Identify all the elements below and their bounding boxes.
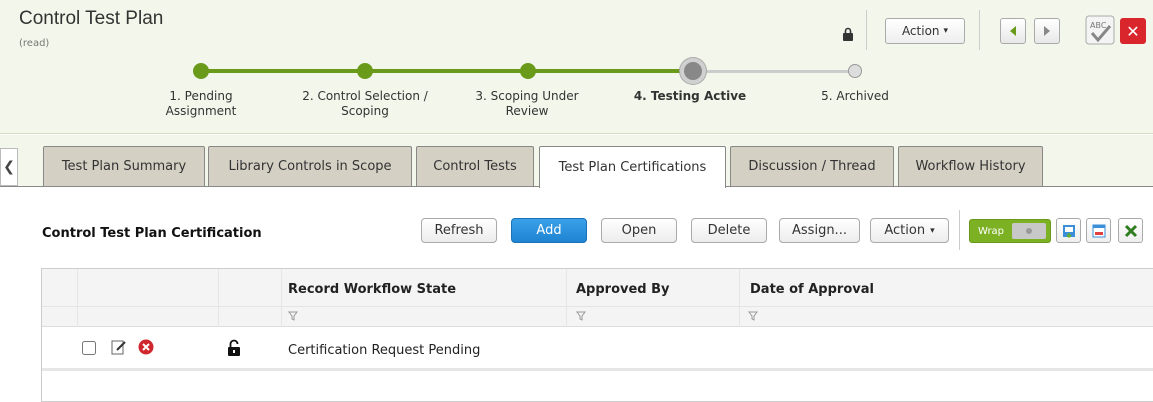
record-header: Control Test Plan (read) Action ▾ ABC ✕ … xyxy=(0,0,1153,134)
workflow-step-label: 1. Pending Assignment xyxy=(165,89,237,118)
section-title: Control Test Plan Certification xyxy=(42,226,262,241)
progress-track-complete xyxy=(201,69,691,73)
workflow-step-dot-current xyxy=(680,58,706,84)
open-button[interactable]: Open xyxy=(601,218,677,243)
workflow-step-label: 2. Control Selection / Scoping xyxy=(302,89,428,118)
arrow-right-icon xyxy=(1044,26,1050,36)
mode-label: (read) xyxy=(19,38,50,49)
tab-library-controls-in-scope[interactable]: Library Controls in Scope xyxy=(208,146,412,186)
chevron-down-icon: ▾ xyxy=(930,225,935,236)
grid-filter-row xyxy=(42,307,1153,327)
excel-export-button[interactable] xyxy=(1118,218,1143,243)
delete-row-icon[interactable] xyxy=(138,339,154,355)
circle-icon xyxy=(1026,228,1033,234)
workflow-step-dot-future xyxy=(848,64,862,78)
column-header-record-workflow-state[interactable]: Record Workflow State xyxy=(288,282,456,297)
column-header-approved-by[interactable]: Approved By xyxy=(576,282,670,297)
workflow-progress: 1. Pending Assignment 2. Control Selecti… xyxy=(0,58,1153,130)
cell-record-workflow-state: Certification Request Pending xyxy=(288,343,481,358)
unlock-icon xyxy=(228,339,240,356)
excel-icon xyxy=(1124,224,1137,237)
page-title: Control Test Plan xyxy=(19,8,164,29)
toggle-knob xyxy=(1012,223,1047,239)
chevron-down-icon: ▾ xyxy=(943,26,949,36)
header-action-button[interactable]: Action ▾ xyxy=(885,18,965,44)
spell-check-text: ABC xyxy=(1090,21,1107,30)
grid-header: Record Workflow State Approved By Date o… xyxy=(42,269,1153,307)
export-button[interactable] xyxy=(1056,218,1081,243)
delete-button[interactable]: Delete xyxy=(691,218,767,243)
header-divider xyxy=(979,10,980,50)
action-dropdown-label: Action xyxy=(884,223,926,238)
workflow-step-label: 5. Archived xyxy=(821,89,889,103)
tabs-scroll-left-button[interactable]: ❮ xyxy=(0,148,18,186)
table-row[interactable]: Certification Request Pending xyxy=(42,327,1153,371)
row-checkbox[interactable] xyxy=(82,341,96,355)
export-icon xyxy=(1062,224,1075,238)
tab-test-plan-summary[interactable]: Test Plan Summary xyxy=(43,146,205,186)
spell-check-icon[interactable]: ABC xyxy=(1085,15,1115,45)
workflow-step-label-current: 4. Testing Active xyxy=(633,89,747,103)
tab-test-plan-certifications[interactable]: Test Plan Certifications xyxy=(539,146,726,188)
lock-icon xyxy=(843,27,853,41)
header-divider xyxy=(866,10,867,50)
header-action-label: Action xyxy=(901,24,940,38)
tab-discussion-thread[interactable]: Discussion / Thread xyxy=(730,146,894,186)
assign-button[interactable]: Assign... xyxy=(779,218,860,243)
toolbar-divider xyxy=(959,210,960,250)
tab-control-tests[interactable]: Control Tests xyxy=(416,146,534,186)
workflow-step-label: 3. Scoping Under Review xyxy=(475,89,579,118)
column-header-date-of-approval[interactable]: Date of Approval xyxy=(750,282,874,297)
workflow-step-dot xyxy=(193,63,209,79)
workflow-step-dot xyxy=(520,63,536,79)
arrow-left-icon xyxy=(1010,26,1016,36)
close-button[interactable]: ✕ xyxy=(1120,18,1146,44)
filter-icon[interactable] xyxy=(288,311,298,321)
tab-workflow-history[interactable]: Workflow History xyxy=(898,146,1043,186)
wrap-toggle-label: Wrap xyxy=(978,225,1005,237)
certification-grid: Record Workflow State Approved By Date o… xyxy=(41,268,1153,402)
columns-button[interactable] xyxy=(1086,218,1111,243)
close-icon: ✕ xyxy=(1126,21,1140,41)
chevron-left-icon: ❮ xyxy=(3,159,15,175)
wrap-toggle[interactable]: Wrap xyxy=(969,219,1051,243)
progress-track-remaining xyxy=(693,70,855,73)
action-dropdown[interactable]: Action ▾ xyxy=(870,218,949,243)
filter-icon[interactable] xyxy=(576,311,586,321)
previous-record-button[interactable] xyxy=(1000,18,1026,44)
workflow-step-dot xyxy=(357,63,373,79)
edit-icon[interactable] xyxy=(111,339,127,355)
refresh-button[interactable]: Refresh xyxy=(421,218,497,243)
next-record-button[interactable] xyxy=(1034,18,1060,44)
filter-icon[interactable] xyxy=(748,311,758,321)
columns-icon xyxy=(1092,224,1105,237)
add-button[interactable]: Add xyxy=(511,218,587,243)
